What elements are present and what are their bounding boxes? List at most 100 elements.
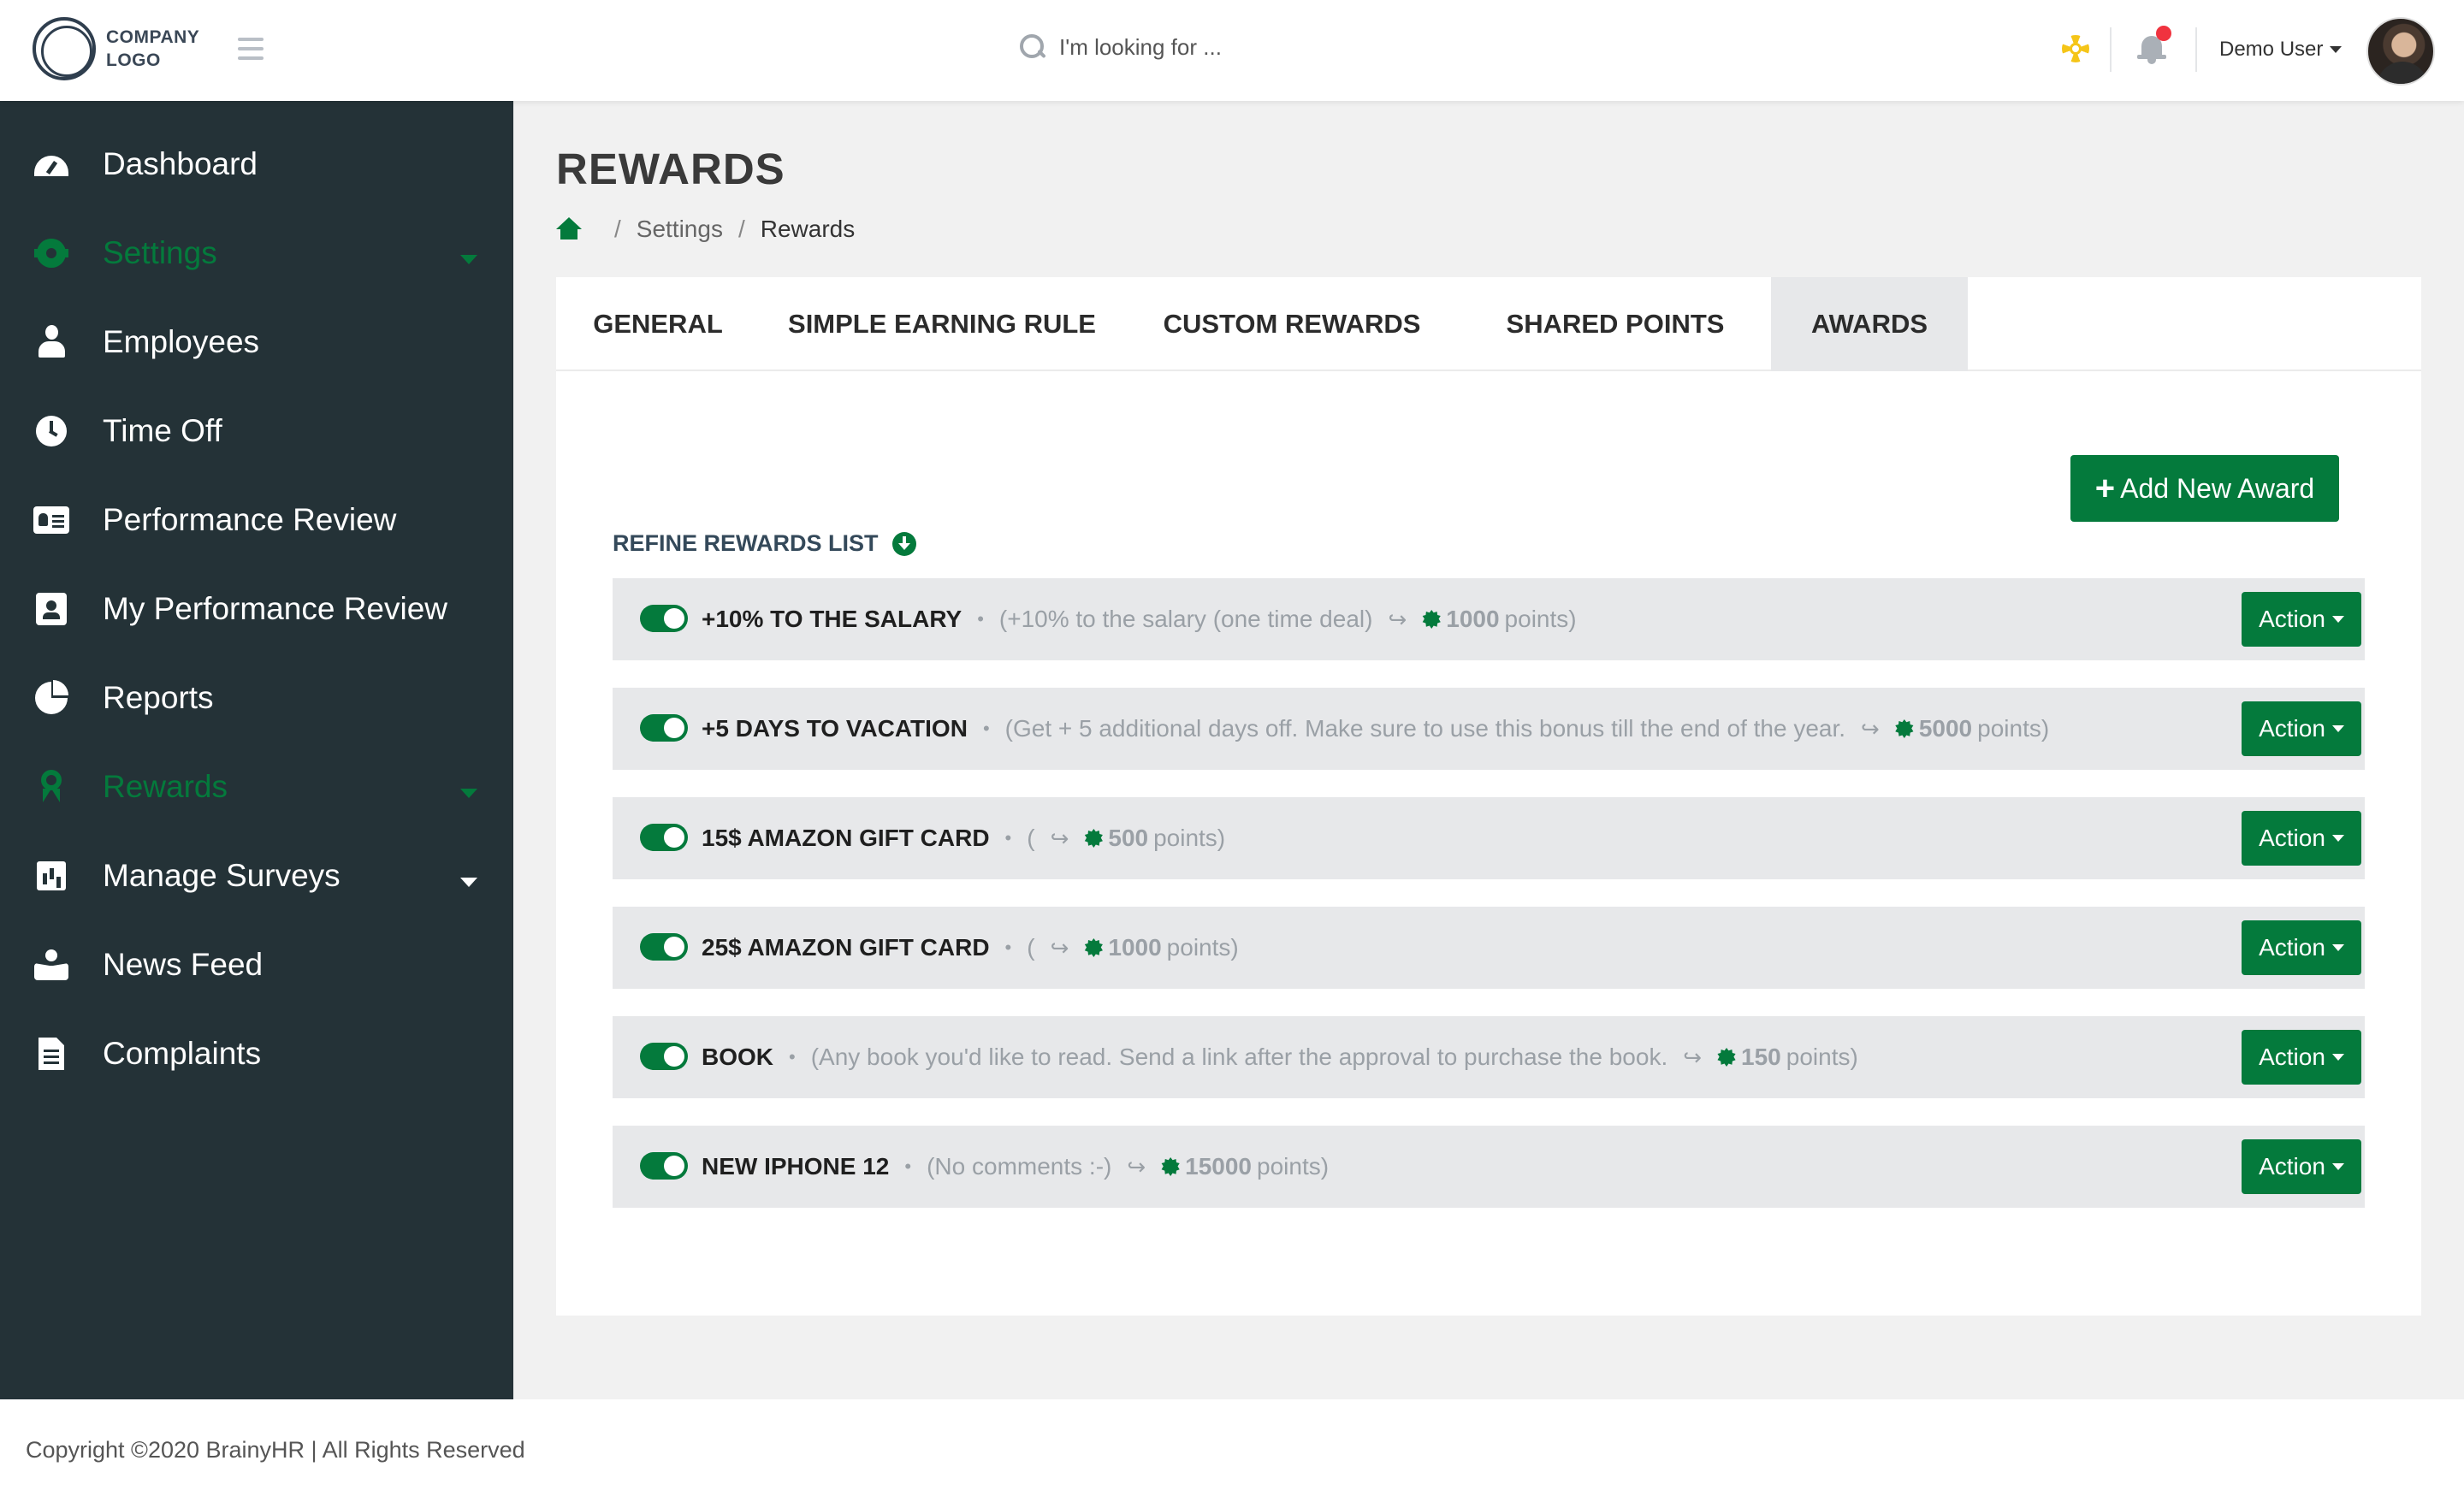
action-dropdown-button[interactable]: Action [2242,592,2361,647]
action-dropdown-button[interactable]: Action [2242,701,2361,756]
reward-description: (+10% to the salary (one time deal) [998,606,1373,632]
sidebar-item-rewards[interactable]: Rewards [0,744,513,830]
reward-description: ( [1027,825,1035,851]
action-label: Action [2259,825,2325,851]
breadcrumb-settings-link[interactable]: Settings [637,216,723,243]
sidebar-item-label: Time Off [103,413,222,448]
sidebar-nav: Dashboard Settings Employees Time Off Pe… [0,101,513,1399]
breadcrumb: / Settings / Rewards [556,216,855,243]
reward-enabled-toggle[interactable] [640,1152,688,1180]
reward-name: 15$ AMAZON GIFT CARD [702,825,990,851]
support-lifebuoy-icon[interactable] [2062,35,2089,62]
chevron-down-icon [460,878,477,887]
home-icon[interactable] [556,217,582,241]
chevron-down-icon [460,789,477,798]
chevron-down-icon [460,255,477,264]
header-divider [2110,27,2112,72]
sidebar-item-performance-review[interactable]: Performance Review [0,477,513,563]
copyright-text: Copyright ©2020 BrainyHR | All Rights Re… [26,1437,525,1463]
notifications-bell-icon[interactable] [2137,26,2171,65]
company-logo[interactable]: COMPANY LOGO [33,17,199,80]
sidebar-item-time-off[interactable]: Time Off [0,388,513,474]
caret-down-icon [2330,46,2343,53]
search-icon[interactable] [1018,33,1047,62]
tachometer-icon [33,145,70,183]
hamburger-menu-icon[interactable] [238,38,264,60]
user-menu-dropdown[interactable]: Demo User [2219,38,2343,62]
sidebar-item-label: News Feed [103,947,264,982]
reward-enabled-toggle[interactable] [640,824,688,851]
reward-details: +10% TO THE SALARY • (+10% to the salary… [702,578,1577,660]
reward-description: (No comments :-) [927,1153,1112,1180]
user-avatar[interactable] [2366,17,2435,86]
reward-row: 15$ AMAZON GIFT CARD • ( ↪ 500 points) A… [613,797,2365,879]
tab-general[interactable]: GENERAL [556,277,760,371]
bar-chart-icon [33,857,70,895]
file-icon [33,1035,70,1073]
reward-enabled-toggle[interactable] [640,1043,688,1070]
reward-enabled-toggle[interactable] [640,714,688,742]
reward-points-label: points) [1257,1153,1330,1180]
reward-enabled-toggle[interactable] [640,605,688,632]
action-label: Action [2259,606,2325,632]
action-dropdown-button[interactable]: Action [2242,1030,2361,1085]
reward-points-label: points) [1504,606,1577,632]
bullet-separator: • [977,608,984,630]
reward-name: 25$ AMAZON GIFT CARD [702,934,990,961]
sidebar-item-reports[interactable]: Reports [0,655,513,741]
bullet-separator: • [1004,937,1012,958]
pie-chart-icon [33,679,70,717]
search-input[interactable] [1059,33,1401,61]
logo-text: COMPANY LOGO [106,26,199,72]
tab-shared-points[interactable]: SHARED POINTS [1460,277,1771,371]
action-dropdown-button[interactable]: Action [2242,1139,2361,1194]
page-title: REWARDS [556,145,785,193]
reward-points: 500 [1108,825,1149,851]
notification-dot [2156,26,2171,41]
reward-row: NEW IPHONE 12 • (No comments :-) ↪ 15000… [613,1126,2365,1208]
tab-awards[interactable]: AWARDS [1771,277,1968,371]
caret-down-icon [2331,1054,2344,1061]
bullet-separator: • [904,1156,912,1177]
reward-name: +5 DAYS TO VACATION [702,715,968,742]
search-bar [1018,33,1401,62]
reward-details: 15$ AMAZON GIFT CARD • ( ↪ 500 points) [702,797,1225,879]
bullet-separator: • [982,718,990,739]
sidebar-item-news-feed[interactable]: News Feed [0,922,513,1008]
logo-line-2: LOGO [106,50,161,70]
reward-description: ( [1027,934,1035,961]
sidebar-item-employees[interactable]: Employees [0,299,513,385]
refine-rewards-label: REFINE REWARDS LIST [613,530,879,556]
reward-details: +5 DAYS TO VACATION • (Get + 5 additiona… [702,688,2049,770]
certificate-icon [1422,610,1441,629]
action-label: Action [2259,1153,2325,1180]
action-dropdown-button[interactable]: Action [2242,920,2361,975]
add-new-award-button[interactable]: + Add New Award [2070,455,2339,522]
arrow-turn-icon: ↪ [1050,934,1069,961]
sidebar-item-manage-surveys[interactable]: Manage Surveys [0,833,513,919]
sidebar-item-my-performance-review[interactable]: My Performance Review [0,566,513,652]
reward-description: (Get + 5 additional days off. Make sure … [1004,715,1846,742]
settings-tabs: GENERAL SIMPLE EARNING RULE CUSTOM REWAR… [556,277,2421,371]
caret-down-icon [2331,944,2344,951]
certificate-icon [1895,719,1914,738]
sidebar-item-settings[interactable]: Settings [0,210,513,296]
reward-row: +5 DAYS TO VACATION • (Get + 5 additiona… [613,688,2365,770]
tab-simple-earning-rule[interactable]: SIMPLE EARNING RULE [760,277,1124,371]
reward-points: 1000 [1108,934,1162,961]
arrow-turn-icon: ↪ [1683,1044,1703,1070]
refine-rewards-toggle[interactable]: REFINE REWARDS LIST [613,530,916,557]
certificate-icon [1717,1048,1736,1067]
reward-details: BOOK • (Any book you'd like to read. Sen… [702,1016,1858,1098]
reward-points-label: points) [1786,1044,1858,1070]
reward-points-label: points) [1153,825,1226,851]
sidebar-item-complaints[interactable]: Complaints [0,1011,513,1097]
logo-line-1: COMPANY [106,27,200,47]
bullet-separator: • [1004,827,1012,849]
reward-enabled-toggle[interactable] [640,933,688,961]
reward-row: BOOK • (Any book you'd like to read. Sen… [613,1016,2365,1098]
action-dropdown-button[interactable]: Action [2242,811,2361,866]
sidebar-item-dashboard[interactable]: Dashboard [0,121,513,207]
breadcrumb-separator: / [614,216,621,242]
tab-custom-rewards[interactable]: CUSTOM REWARDS [1124,277,1460,371]
